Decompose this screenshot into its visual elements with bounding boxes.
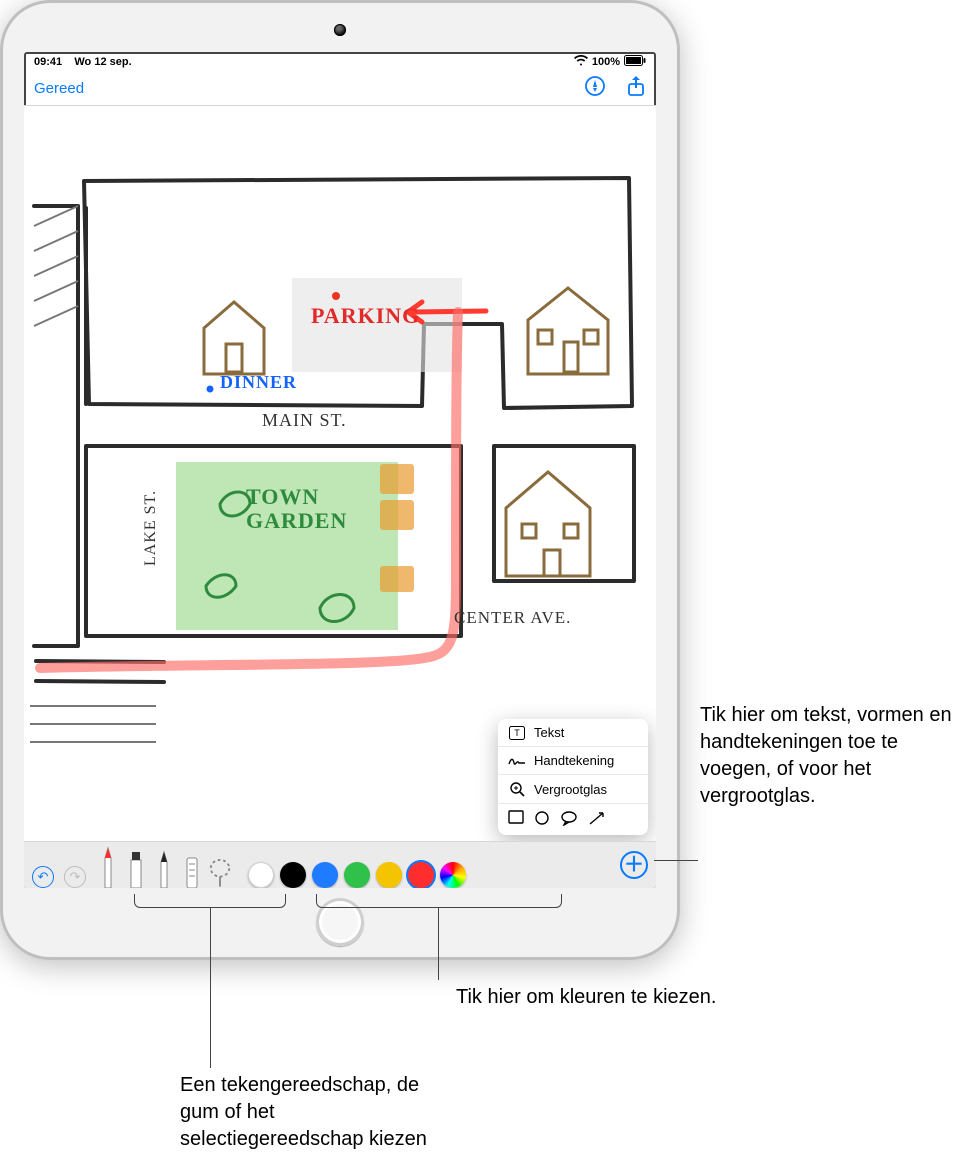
wifi-icon [574,55,588,69]
tool-lasso[interactable] [208,854,232,888]
label-lake-st: LAKE ST. [142,490,160,566]
tool-pen[interactable] [96,844,120,888]
label-town-garden-1: TOWN [246,484,319,510]
color-green[interactable] [344,862,370,888]
signature-icon [508,755,526,767]
popup-item-text[interactable]: T Tekst [498,719,648,747]
label-main-st: MAIN ST. [262,410,347,431]
battery-icon [624,55,646,69]
label-center-ave: CENTER AVE. [454,608,571,628]
popup-item-signature[interactable]: Handtekening [498,747,648,775]
popup-item-label: Tekst [534,725,564,740]
markup-icon[interactable] [584,75,606,102]
tool-pencil[interactable] [152,848,176,888]
nav-bar: Gereed [24,71,656,106]
color-wheel[interactable] [440,862,466,888]
shape-circle-icon[interactable] [534,810,550,829]
redo-button: ↷ [64,866,86,888]
add-button[interactable]: ＋ [620,851,648,879]
popup-item-label: Handtekening [534,753,614,768]
color-blue[interactable] [312,862,338,888]
status-bar: 09:41 Wo 12 sep. 100% [24,52,656,71]
status-date: Wo 12 sep. [74,56,131,68]
share-icon[interactable] [626,75,646,102]
color-black[interactable] [280,862,306,888]
undo-button[interactable]: ↶ [32,866,54,888]
shape-speech-icon[interactable] [560,810,578,829]
popup-item-label: Vergrootglas [534,782,607,797]
label-parking: PARKING [311,303,420,329]
done-button[interactable]: Gereed [34,80,84,97]
ipad-frame: 09:41 Wo 12 sep. 100% Gereed [0,0,680,960]
tool-highlighter[interactable] [124,848,148,888]
markup-toolbar: ↶ ↷ [24,841,656,888]
color-white[interactable] [248,862,274,888]
shape-rect-icon[interactable] [508,810,524,829]
shape-arrow-icon[interactable] [588,810,606,829]
screen: 09:41 Wo 12 sep. 100% Gereed [24,52,656,888]
color-red[interactable] [408,862,434,888]
tool-eraser[interactable] [180,848,204,888]
camera-dot [334,24,346,36]
callout-add: Tik hier om tekst, vormen en handtekenin… [700,702,963,810]
loupe-icon [508,781,526,797]
color-picker [248,862,466,888]
drawing-canvas[interactable]: PARKING DINNER MAIN ST. TOWN GARDEN LAKE… [24,106,656,841]
svg-text:T: T [514,728,520,738]
add-popup: T Tekst Handtekening Verg [498,719,648,835]
tool-picker [96,844,232,888]
popup-item-loupe[interactable]: Vergrootglas [498,775,648,804]
text-box-icon: T [508,726,526,740]
label-dinner: DINNER [220,372,297,393]
callout-colors: Tik hier om kleuren te kiezen. [456,984,716,1011]
status-time: 09:41 [34,56,62,68]
label-town-garden-2: GARDEN [246,508,347,534]
color-yellow[interactable] [376,862,402,888]
battery-percent: 100% [592,56,620,68]
